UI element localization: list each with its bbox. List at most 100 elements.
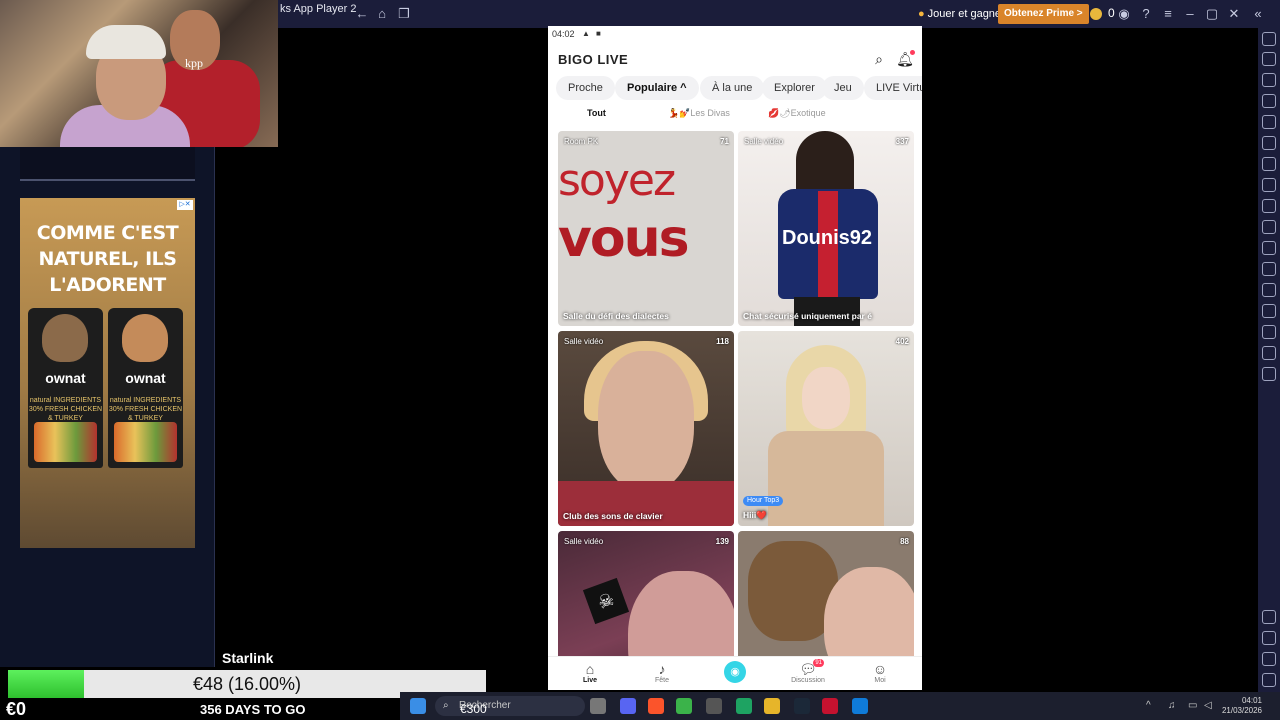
tab-jeu[interactable]: Jeu (822, 76, 864, 100)
tab-explorer[interactable]: Explorer (762, 76, 827, 100)
tab-proche[interactable]: Proche (556, 76, 615, 100)
subtab-les-divas[interactable]: 💃💅Les Divas (668, 108, 730, 119)
go-live-button[interactable]: ◉ (724, 661, 746, 683)
ad-ingredients-2: natural INGREDIENTS 30% FRESH CHICKEN & … (108, 397, 183, 422)
dog-icon (42, 314, 88, 362)
collapse-icon[interactable]: « (1250, 6, 1266, 22)
app-logo: BIGO LIVE (558, 52, 629, 67)
ad-choices-icon[interactable]: ▷✕ (177, 200, 193, 210)
home-icon: ⌂ (585, 661, 595, 677)
coin-counter[interactable]: 0 (1090, 6, 1115, 20)
help-icon[interactable]: ? (1138, 6, 1154, 22)
airplane-icon[interactable] (1262, 262, 1276, 276)
location-icon[interactable] (1262, 304, 1276, 318)
viewer-count: 71 (720, 137, 729, 146)
goal-days-remaining: 356 DAYS TO GO (200, 702, 306, 717)
play-and-win-button[interactable]: ● Jouer et gagner (918, 8, 1005, 20)
record-icon[interactable] (1262, 220, 1276, 234)
side-home-icon[interactable] (1262, 652, 1276, 666)
card-title: Chat sécurisé uniquement par é (743, 311, 872, 321)
brave-icon[interactable] (648, 698, 664, 714)
live-card[interactable]: 402 Hour Top3 Hiii❤️ (738, 331, 914, 526)
steam-icon[interactable] (794, 698, 810, 714)
skull-icon: ☠ (582, 577, 630, 625)
live-card[interactable]: Salle vidéo 118 Club des sons de clavier (558, 331, 734, 526)
minimize-icon[interactable]: – (1182, 6, 1198, 22)
fps-icon[interactable] (1262, 178, 1276, 192)
edge-icon[interactable] (852, 698, 868, 714)
tab-live-virtuel[interactable]: LIVE Virtuel (864, 76, 922, 100)
media-player-icon[interactable] (822, 698, 838, 714)
app-header: BIGO LIVE ⌕ 🔔︎ (558, 50, 915, 72)
tray-chevron-icon[interactable]: ^ (1146, 700, 1151, 711)
card-type: Salle vidéo (564, 337, 604, 346)
taskbar-search[interactable]: ⌕ Rechercher (435, 696, 585, 716)
nav-live[interactable]: ⌂ Live (560, 661, 620, 684)
microphone-icon[interactable]: ♫ (1168, 700, 1176, 711)
goal-current-amount: €0 (6, 699, 27, 719)
bluestacks-icon[interactable] (764, 698, 780, 714)
bottom-nav: ⌂ Live ♪ Fête ◉ 💬︎ 91 Discussion ☺ Moi (548, 656, 922, 690)
network-icon[interactable]: ▭ (1188, 700, 1197, 711)
card-type: Room PK (564, 137, 599, 146)
tab-populaire[interactable]: Populaire ^ (615, 76, 699, 100)
keyboard-icon[interactable] (1262, 73, 1276, 87)
multitask-icon[interactable]: ❐ (396, 6, 412, 22)
tab-a-la-une[interactable]: À la une (700, 76, 765, 100)
side-recent-icon[interactable] (1262, 673, 1276, 687)
viewer-count: 88 (900, 537, 909, 546)
ad-line-3: L'ADORENT (49, 274, 166, 296)
emulator-sidebar (1258, 28, 1280, 692)
rotate-icon[interactable] (1262, 136, 1276, 150)
media-icon[interactable] (1262, 241, 1276, 255)
live-card[interactable]: Dounis92 Salle vidéo 337 Chat sécurisé u… (738, 131, 914, 326)
task-view-icon[interactable] (590, 698, 606, 714)
sync-icon[interactable] (1262, 346, 1276, 360)
card-type: Salle vidéo (744, 137, 784, 146)
settings-icon[interactable] (1262, 610, 1276, 624)
volume-icon[interactable] (1262, 52, 1276, 66)
app-icon[interactable] (676, 698, 692, 714)
bell-icon[interactable]: 🔔︎ (896, 50, 915, 68)
search-icon: ⌕ (443, 700, 449, 711)
side-back-icon[interactable] (1262, 631, 1276, 645)
emulator-titlebar: ks App Player 2 ← ⌂ ❐ ● Jouer et gagner O… (278, 0, 1280, 28)
card-art-text-1: soyez (558, 155, 676, 206)
search-icon[interactable]: ⌕ (870, 50, 888, 68)
prime-button[interactable]: Obtenez Prime > (998, 4, 1089, 24)
vegetables-image (114, 422, 177, 462)
nav-fete[interactable]: ♪ Fête (632, 661, 692, 684)
subtab-tout[interactable]: Tout (587, 108, 606, 118)
cat-icon (122, 314, 168, 362)
advertisement[interactable]: ▷✕ COMME C'EST NATUREL, ILS L'ADORENT ow… (20, 198, 195, 548)
volume-icon[interactable]: ◁ (1204, 700, 1212, 711)
fullscreen-icon[interactable] (1262, 32, 1276, 46)
restore-icon[interactable]: ▢ (1204, 6, 1220, 22)
eco-icon[interactable] (1262, 283, 1276, 297)
back-icon[interactable]: ← (354, 6, 370, 22)
spreadsheet-icon[interactable] (736, 698, 752, 714)
discord-icon[interactable] (620, 698, 636, 714)
taskbar-clock[interactable]: 04:01 21/03/2026 (1222, 696, 1262, 716)
menu-icon[interactable]: ≡ (1160, 6, 1176, 22)
screenshot-icon[interactable] (1262, 199, 1276, 213)
close-icon[interactable]: ✕ (1226, 6, 1242, 22)
account-icon[interactable]: ◉ (1116, 6, 1132, 22)
live-card[interactable]: soyez vous Room PK 71 Salle du défi des … (558, 131, 734, 326)
start-icon[interactable] (410, 698, 426, 714)
category-tabs: Proche Populaire ^ À la une Explorer Jeu… (556, 76, 922, 100)
github-icon[interactable] (706, 698, 722, 714)
play-and-win-label: Jouer et gagner (927, 8, 1005, 20)
more-icon[interactable] (1262, 367, 1276, 381)
stream-strip (20, 147, 195, 181)
subtab-exotique[interactable]: 💋🌶Exotique (768, 108, 826, 119)
webcam-shirt-text: kpp (185, 56, 203, 70)
bigo-live-app: 04:02 ▲ ■ BIGO LIVE ⌕ 🔔︎ Proche Populair… (548, 26, 922, 690)
nav-moi[interactable]: ☺ Moi (850, 661, 910, 684)
gamepad-icon[interactable] (1262, 94, 1276, 108)
shake-icon[interactable] (1262, 157, 1276, 171)
macro-icon[interactable] (1262, 115, 1276, 129)
home-icon[interactable]: ⌂ (374, 6, 390, 22)
layers-icon[interactable] (1262, 325, 1276, 339)
nav-discussion[interactable]: 💬︎ 91 Discussion (778, 659, 838, 684)
